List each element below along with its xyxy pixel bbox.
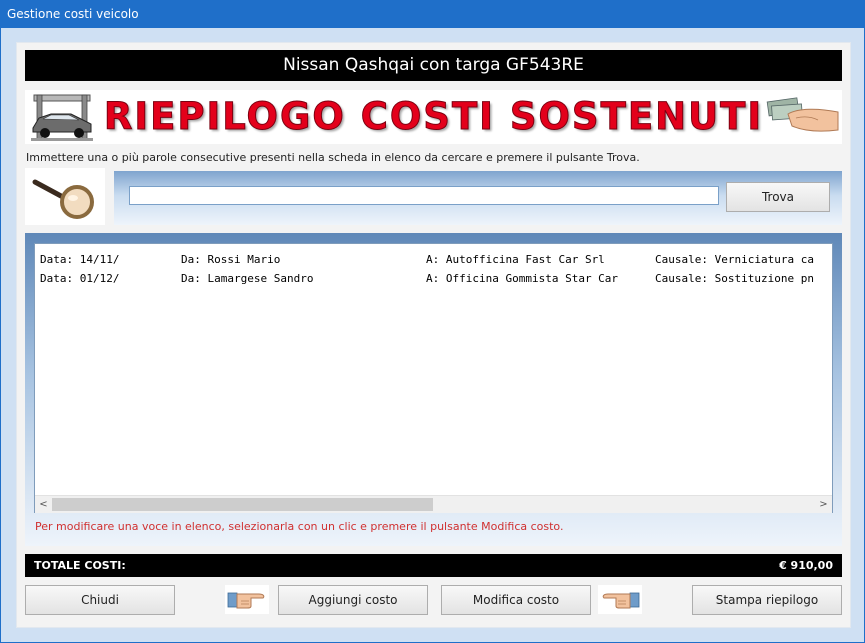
search-instructions: Immettere una o più parole consecutive p… <box>26 151 640 164</box>
close-button[interactable]: Chiudi <box>25 585 175 615</box>
total-value: € 910,00 <box>779 559 833 572</box>
list-item[interactable]: Data: 14/11/ Da: Rossi Mario A: Autoffic… <box>35 253 832 271</box>
search-bar: Trova <box>114 171 842 225</box>
total-label: TOTALE COSTI: <box>34 559 126 572</box>
scroll-left-icon[interactable]: < <box>35 496 52 513</box>
magnifier-panel <box>25 168 105 225</box>
row-to: A: Officina Gommista Star Car <box>426 272 619 285</box>
print-summary-button[interactable]: Stampa riepilogo <box>692 585 842 615</box>
costs-list[interactable]: Data: 14/11/ Da: Rossi Mario A: Autoffic… <box>34 243 833 513</box>
banner: RIEPILOGO COSTI SOSTENUTI <box>25 90 842 144</box>
list-frame: Data: 14/11/ Da: Rossi Mario A: Autoffic… <box>25 233 842 546</box>
row-date: Data: 14/11/ <box>40 253 120 266</box>
pointing-hand-icon <box>225 585 269 614</box>
find-button[interactable]: Trova <box>726 182 830 212</box>
scrollbar-thumb[interactable] <box>52 498 433 511</box>
edit-hint: Per modificare una voce in elenco, selez… <box>35 520 564 533</box>
list-item[interactable]: Data: 01/12/ Da: Lamargese Sandro A: Off… <box>35 272 832 290</box>
row-from: Da: Lamargese Sandro <box>181 272 314 285</box>
vehicle-title: Nissan Qashqai con targa GF543RE <box>25 50 842 81</box>
main-panel: Nissan Qashqai con targa GF543RE RIEPILO… <box>17 43 850 627</box>
window-client-area: Nissan Qashqai con targa GF543RE RIEPILO… <box>1 28 864 642</box>
search-input[interactable] <box>129 186 719 205</box>
row-reason: Causale: Sostituzione pn <box>655 272 814 285</box>
add-cost-button[interactable]: Aggiungi costo <box>278 585 428 615</box>
money-hand-icon <box>766 97 839 132</box>
row-date: Data: 01/12/ <box>40 272 120 285</box>
magnifier-icon <box>32 179 94 219</box>
total-bar: TOTALE COSTI: € 910,00 <box>25 554 842 577</box>
edit-cost-button[interactable]: Modifica costo <box>441 585 591 615</box>
row-from: Da: Rossi Mario <box>181 253 281 266</box>
horizontal-scrollbar[interactable]: < > <box>35 495 832 513</box>
window-title: Gestione costi veicolo <box>7 7 139 21</box>
pointing-hand-icon <box>598 585 642 614</box>
banner-title: RIEPILOGO COSTI SOSTENUTI <box>103 95 764 139</box>
scroll-right-icon[interactable]: > <box>815 496 832 513</box>
row-to: A: Autofficina Fast Car Srl <box>426 253 605 266</box>
window-title-bar[interactable]: Gestione costi veicolo <box>0 0 865 28</box>
row-reason: Causale: Verniciatura ca <box>655 253 814 266</box>
